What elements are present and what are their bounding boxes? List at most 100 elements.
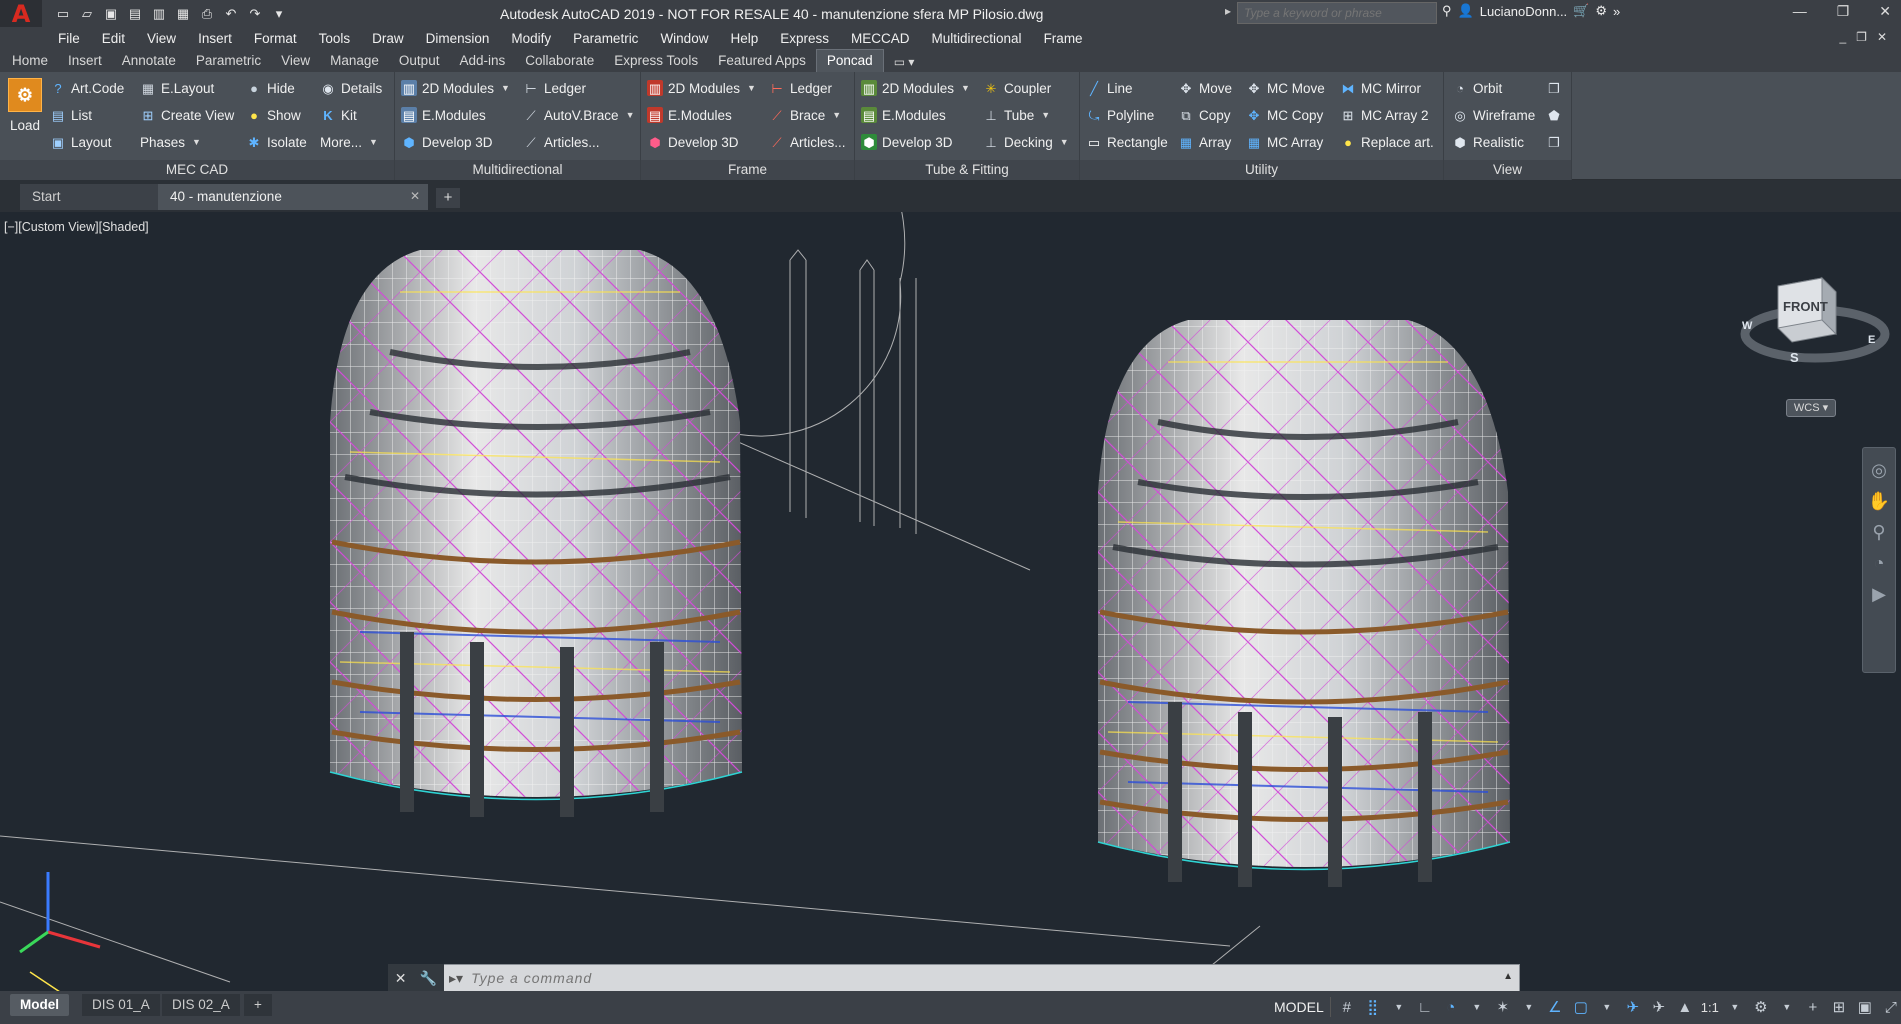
scaffold-tower-right[interactable] xyxy=(1097,320,1511,887)
save-as-icon[interactable]: ▤ xyxy=(124,4,146,24)
units-icon[interactable]: ⊞ xyxy=(1829,998,1849,1016)
md-ledger-button[interactable]: ⊢ Ledger xyxy=(523,76,586,100)
menu-frame[interactable]: Frame xyxy=(1044,31,1083,46)
md-e-modules-button[interactable]: ▤ E.Modules xyxy=(401,103,486,127)
object-snap-icon[interactable]: ▢ xyxy=(1571,998,1591,1016)
menu-help[interactable]: Help xyxy=(730,31,758,46)
open-folder-icon[interactable]: ▱ xyxy=(76,4,98,24)
e-layout-button[interactable]: ▦ E.Layout xyxy=(140,76,214,100)
grid-icon[interactable]: # xyxy=(1337,999,1357,1016)
print-icon[interactable]: ⎙ xyxy=(196,4,218,24)
close-icon[interactable]: ✕ xyxy=(1879,3,1891,20)
phases-button[interactable]: Phases ▼ xyxy=(140,130,201,154)
zoom-icon[interactable]: ⚲ xyxy=(1872,522,1885,543)
panel-title-tube-fitting[interactable]: Tube & Fitting xyxy=(855,160,1079,180)
compass-west[interactable]: W xyxy=(1742,320,1752,332)
details-button[interactable]: ◉ Details xyxy=(320,76,382,100)
redo-icon[interactable]: ↷ xyxy=(244,4,266,24)
snap-dropdown-icon[interactable]: ▼ xyxy=(1389,1002,1409,1012)
command-history-icon[interactable]: ▲ xyxy=(1503,971,1513,982)
md-articles-button[interactable]: ⟋ Articles... xyxy=(523,130,599,154)
panel-title-multidirectional[interactable]: Multidirectional xyxy=(395,160,640,180)
md-2d-modules-button[interactable]: ▥ 2D Modules ▼ xyxy=(401,76,510,100)
line-button[interactable]: ╱ Line xyxy=(1086,76,1132,100)
compass-east[interactable]: E xyxy=(1868,334,1875,346)
panel-title-utility[interactable]: Utility xyxy=(1080,160,1443,180)
menu-express[interactable]: Express xyxy=(780,31,829,46)
tab-express-tools[interactable]: Express Tools xyxy=(604,50,708,72)
cart-icon[interactable]: 🛒 xyxy=(1573,3,1589,19)
more-button[interactable]: More... ▼ xyxy=(320,130,378,154)
tab-manage[interactable]: Manage xyxy=(320,50,389,72)
drawing-viewport[interactable]: [−][Custom View][Shaded] FRONT W S E WCS… xyxy=(0,212,1901,991)
show-button[interactable]: ● Show xyxy=(246,103,301,127)
mc-mirror-button[interactable]: ⧓ MC Mirror xyxy=(1340,76,1422,100)
tab-output[interactable]: Output xyxy=(389,50,450,72)
tab-parametric[interactable]: Parametric xyxy=(186,50,271,72)
command-input[interactable] xyxy=(471,970,1372,986)
autov-brace-button[interactable]: ⟋ AutoV.Brace ▼ xyxy=(523,103,634,127)
frame-brace-button[interactable]: ⟋ Brace ▼ xyxy=(769,103,841,127)
menu-tools[interactable]: Tools xyxy=(319,31,351,46)
menu-window[interactable]: Window xyxy=(660,31,708,46)
realistic-button[interactable]: ⬢ Realistic xyxy=(1452,130,1524,154)
menu-edit[interactable]: Edit xyxy=(102,31,125,46)
layout-tab-model[interactable]: Model xyxy=(10,994,69,1016)
user-name[interactable]: LucianoDonn... xyxy=(1480,4,1567,19)
plot-icon[interactable]: ▦ xyxy=(172,4,194,24)
tab-annotate[interactable]: Annotate xyxy=(112,50,186,72)
isodraft-dropdown-icon[interactable]: ▼ xyxy=(1519,1002,1539,1012)
compass-south[interactable]: S xyxy=(1790,350,1799,365)
menu-draw[interactable]: Draw xyxy=(372,31,404,46)
annotation-monitor-icon[interactable]: + xyxy=(1803,999,1823,1016)
doc-close-icon[interactable]: ✕ xyxy=(1877,30,1887,44)
create-view-button[interactable]: ⊞ Create View xyxy=(140,103,235,127)
add-layout-button[interactable]: + xyxy=(244,994,272,1016)
tube-button[interactable]: ⊥ Tube ▼ xyxy=(983,103,1050,127)
ribbon-minimize-icon[interactable]: ▭ ▾ xyxy=(884,52,925,72)
frame-articles-button[interactable]: ⟋ Articles... xyxy=(769,130,845,154)
layout-button[interactable]: ▣ Layout xyxy=(50,130,112,154)
view-cube-top-button[interactable]: ❐ xyxy=(1546,76,1562,100)
layout-tab-dis-02-a[interactable]: DIS 02_A xyxy=(162,994,240,1016)
scale-dropdown-icon[interactable]: ▼ xyxy=(1725,1002,1745,1012)
menu-format[interactable]: Format xyxy=(254,31,297,46)
command-close-icon[interactable]: ✕ xyxy=(395,970,407,987)
tab-close-icon[interactable]: ✕ xyxy=(410,189,420,203)
tab-add-ins[interactable]: Add-ins xyxy=(449,50,515,72)
tab-poncad[interactable]: Poncad xyxy=(815,49,884,72)
pan-icon[interactable]: ✋ xyxy=(1868,491,1890,512)
tab-current-drawing[interactable]: 40 - manutenzione ✕ xyxy=(158,184,428,210)
hardware-acceleration-icon[interactable]: ▣ xyxy=(1855,998,1875,1016)
doc-restore-icon[interactable]: ❐ xyxy=(1856,30,1867,44)
orbit-nav-icon[interactable]: ◔ xyxy=(1874,553,1885,574)
menu-dimension[interactable]: Dimension xyxy=(426,31,490,46)
isodraft-icon[interactable]: ✶ xyxy=(1493,998,1513,1016)
mc-array-2-button[interactable]: ⊞ MC Array 2 xyxy=(1340,103,1429,127)
tab-view[interactable]: View xyxy=(271,50,320,72)
object-snap-tracking-icon[interactable]: ∠ xyxy=(1545,998,1565,1016)
panel-title-view[interactable]: View xyxy=(1444,160,1571,180)
viewcube[interactable]: FRONT W S E xyxy=(1740,264,1890,384)
tab-start[interactable]: Start xyxy=(20,184,160,210)
viewcube-front-face[interactable]: FRONT xyxy=(1783,299,1828,314)
menu-multidirectional[interactable]: Multidirectional xyxy=(932,31,1022,46)
undo-icon[interactable]: ↶ xyxy=(220,4,242,24)
coupler-button[interactable]: ✳ Coupler xyxy=(983,76,1052,100)
wcs-menu-button[interactable]: WCS ▾ xyxy=(1786,399,1836,417)
art-code-button[interactable]: ? Art.Code xyxy=(50,76,124,100)
command-line[interactable]: ▸▾ ▲ xyxy=(388,964,1520,992)
ortho-icon[interactable]: ∟ xyxy=(1415,999,1435,1016)
mc-array-button[interactable]: ▦ MC Array xyxy=(1246,130,1323,154)
more-arrow-icon[interactable]: » xyxy=(1613,4,1620,19)
tab-collaborate[interactable]: Collaborate xyxy=(515,50,604,72)
polar-dropdown-icon[interactable]: ▼ xyxy=(1467,1002,1487,1012)
model-space-toggle[interactable]: MODEL xyxy=(1268,997,1331,1017)
search-expand-icon[interactable]: ▸ xyxy=(1225,4,1231,18)
array-button[interactable]: ▦ Array xyxy=(1178,130,1231,154)
decking-button[interactable]: ⊥ Decking ▼ xyxy=(983,130,1068,154)
restore-icon[interactable]: ❐ xyxy=(1837,3,1850,20)
polar-icon[interactable]: ◔ xyxy=(1441,999,1461,1016)
tab-insert[interactable]: Insert xyxy=(58,50,112,72)
snap-icon[interactable]: ⣿ xyxy=(1363,998,1383,1016)
